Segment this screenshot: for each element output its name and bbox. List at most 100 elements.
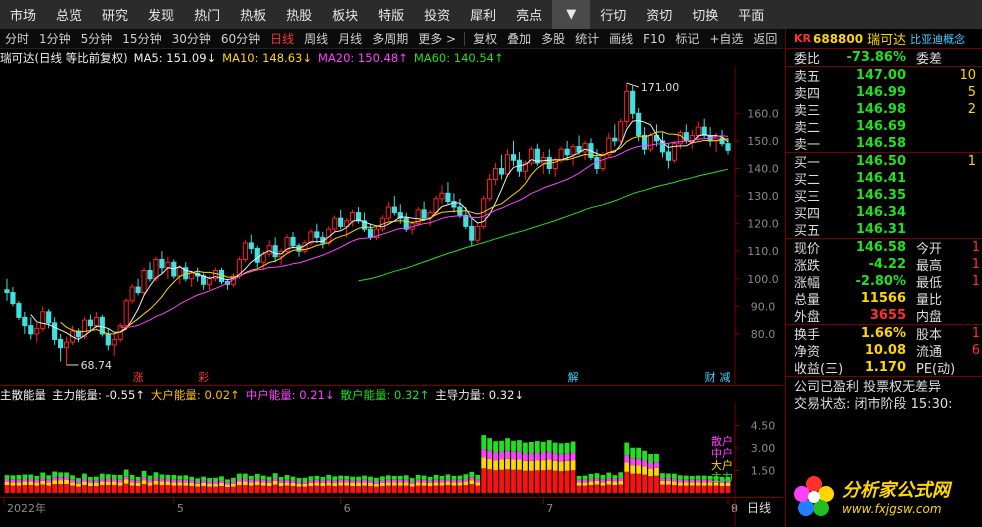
- top-menu-item-9[interactable]: 投资: [414, 5, 460, 24]
- event-mark[interactable]: 涨: [133, 371, 144, 384]
- ma5-line: [30, 119, 729, 340]
- indicator-segment: [457, 479, 463, 483]
- indicator-segment: [427, 482, 433, 487]
- indicator-segment: [34, 485, 40, 493]
- ask-row-4: 卖一 146.58: [786, 135, 982, 152]
- stat-label: 量比: [916, 293, 943, 307]
- period-tab-3[interactable]: 15分钟: [117, 30, 166, 47]
- period-tab-4[interactable]: 30分钟: [167, 30, 216, 47]
- candle: [642, 127, 648, 155]
- top-menu-item-2[interactable]: 研究: [92, 5, 138, 24]
- top-menu-item-1[interactable]: 总览: [46, 5, 92, 24]
- indicator-segment: [308, 476, 314, 481]
- price-tick-label: 110.0: [747, 245, 779, 258]
- top-menu-item-14[interactable]: 资切: [636, 5, 682, 24]
- indicator-segment: [213, 483, 218, 487]
- indicator-segment: [123, 476, 129, 480]
- indicator-bar: [207, 478, 212, 493]
- indicator-segment: [141, 484, 147, 493]
- top-menu-item-15[interactable]: 切换: [682, 5, 728, 24]
- indicator-segment: [624, 455, 630, 463]
- indicator-bar: [701, 475, 707, 493]
- top-menu-item-0[interactable]: 市场: [0, 5, 46, 24]
- indicator-bar: [600, 475, 606, 493]
- top-menu-item-3[interactable]: 发现: [138, 5, 184, 24]
- indicator-segment: [320, 480, 326, 483]
- indicator-segment: [552, 453, 558, 461]
- indicator-segment: [618, 480, 624, 485]
- period-tab-0[interactable]: 分时: [0, 30, 34, 47]
- period-tab-5[interactable]: 60分钟: [216, 30, 265, 47]
- tool-button-6[interactable]: 标记: [670, 30, 704, 47]
- stat-label: 内盘: [916, 310, 943, 324]
- candle: [129, 284, 135, 304]
- period-tab-8[interactable]: 月线: [333, 30, 367, 47]
- event-mark[interactable]: 解: [568, 370, 579, 384]
- price-chart[interactable]: 160.0 150.0 140.0 130.0 120.0 110.0 100.0 90.0 8…: [0, 67, 783, 385]
- top-menu-item-5[interactable]: 热板: [230, 5, 276, 24]
- stat-label: 现价: [794, 242, 821, 256]
- stock-concept[interactable]: 比亚迪概念: [906, 31, 965, 47]
- period-tab-1[interactable]: 1分钟: [34, 30, 76, 47]
- event-mark[interactable]: 财: [705, 370, 716, 384]
- indicator-segment: [391, 482, 397, 486]
- indicator-segment: [76, 483, 81, 487]
- top-menu-item-16[interactable]: 平面: [728, 5, 774, 24]
- indicator-segment: [105, 485, 111, 493]
- event-mark[interactable]: 减: [720, 371, 731, 384]
- period-tab-2[interactable]: 5分钟: [76, 30, 118, 47]
- indicator-segment: [46, 479, 52, 483]
- bid-label: 买五: [794, 224, 821, 238]
- indicator-bar: [403, 475, 409, 493]
- indicator-segment: [368, 486, 373, 493]
- indicator-segment: [52, 477, 58, 481]
- indicator-segment: [326, 482, 332, 486]
- candle-body: [630, 90, 636, 114]
- indicator-segment: [272, 478, 278, 481]
- top-menu-item-8[interactable]: 特版: [368, 5, 414, 24]
- top-menu-item-10[interactable]: 犀利: [460, 5, 506, 24]
- event-mark[interactable]: 彩: [198, 371, 209, 384]
- stat-value: 10.08: [864, 343, 906, 358]
- ask-volume: 2: [967, 102, 976, 117]
- indicator-bar: [415, 475, 421, 493]
- indicator-segment: [505, 458, 510, 470]
- period-tab-7[interactable]: 周线: [299, 30, 333, 47]
- indicator-bar: [630, 447, 636, 493]
- top-menu-item-13[interactable]: 行切: [590, 5, 636, 24]
- indicator-segment: [326, 485, 332, 493]
- indicator-segment: [242, 481, 248, 486]
- indicator-segment: [677, 485, 683, 493]
- tool-button-2[interactable]: 多股: [536, 30, 570, 47]
- top-menu-item-4[interactable]: 热门: [184, 5, 230, 24]
- tool-button-3[interactable]: 统计: [570, 30, 604, 47]
- period-tab-9[interactable]: 多周期: [367, 30, 413, 47]
- period-tab-6[interactable]: 日线: [265, 30, 299, 47]
- tool-button-8[interactable]: 返回: [748, 30, 782, 47]
- stat-label: 涨跌: [794, 259, 821, 273]
- top-menu-item-12[interactable]: ▼: [552, 0, 591, 29]
- tool-button-7[interactable]: +自选: [704, 30, 748, 47]
- candle: [421, 201, 427, 221]
- top-menu-item-11[interactable]: 亮点: [506, 5, 552, 24]
- candle-body: [34, 327, 40, 335]
- indicator-segment: [475, 475, 481, 480]
- indicator-segment: [22, 481, 28, 486]
- indicator-segment: [82, 485, 87, 493]
- candle: [4, 278, 10, 301]
- indicator-chart[interactable]: 4.50 3.00 1.50 散户中户大户主力: [0, 403, 783, 497]
- indicator-bar: [76, 478, 81, 493]
- period-indicator[interactable]: 日线: [747, 501, 771, 515]
- tool-button-0[interactable]: 复权: [468, 30, 502, 47]
- top-menu-item-7[interactable]: 板块: [322, 5, 368, 24]
- indicator-segment: [552, 470, 558, 493]
- tool-button-1[interactable]: 叠加: [502, 30, 536, 47]
- tool-button-4[interactable]: 画线: [604, 30, 638, 47]
- top-menu-item-6[interactable]: 热股: [276, 5, 322, 24]
- tool-button-5[interactable]: F10: [638, 32, 670, 46]
- period-tab-10[interactable]: 更多 >: [413, 30, 461, 47]
- indicator-segment: [457, 485, 463, 493]
- candle-body: [266, 245, 272, 255]
- indicator-segment: [374, 483, 379, 487]
- indicator-segment: [183, 475, 189, 480]
